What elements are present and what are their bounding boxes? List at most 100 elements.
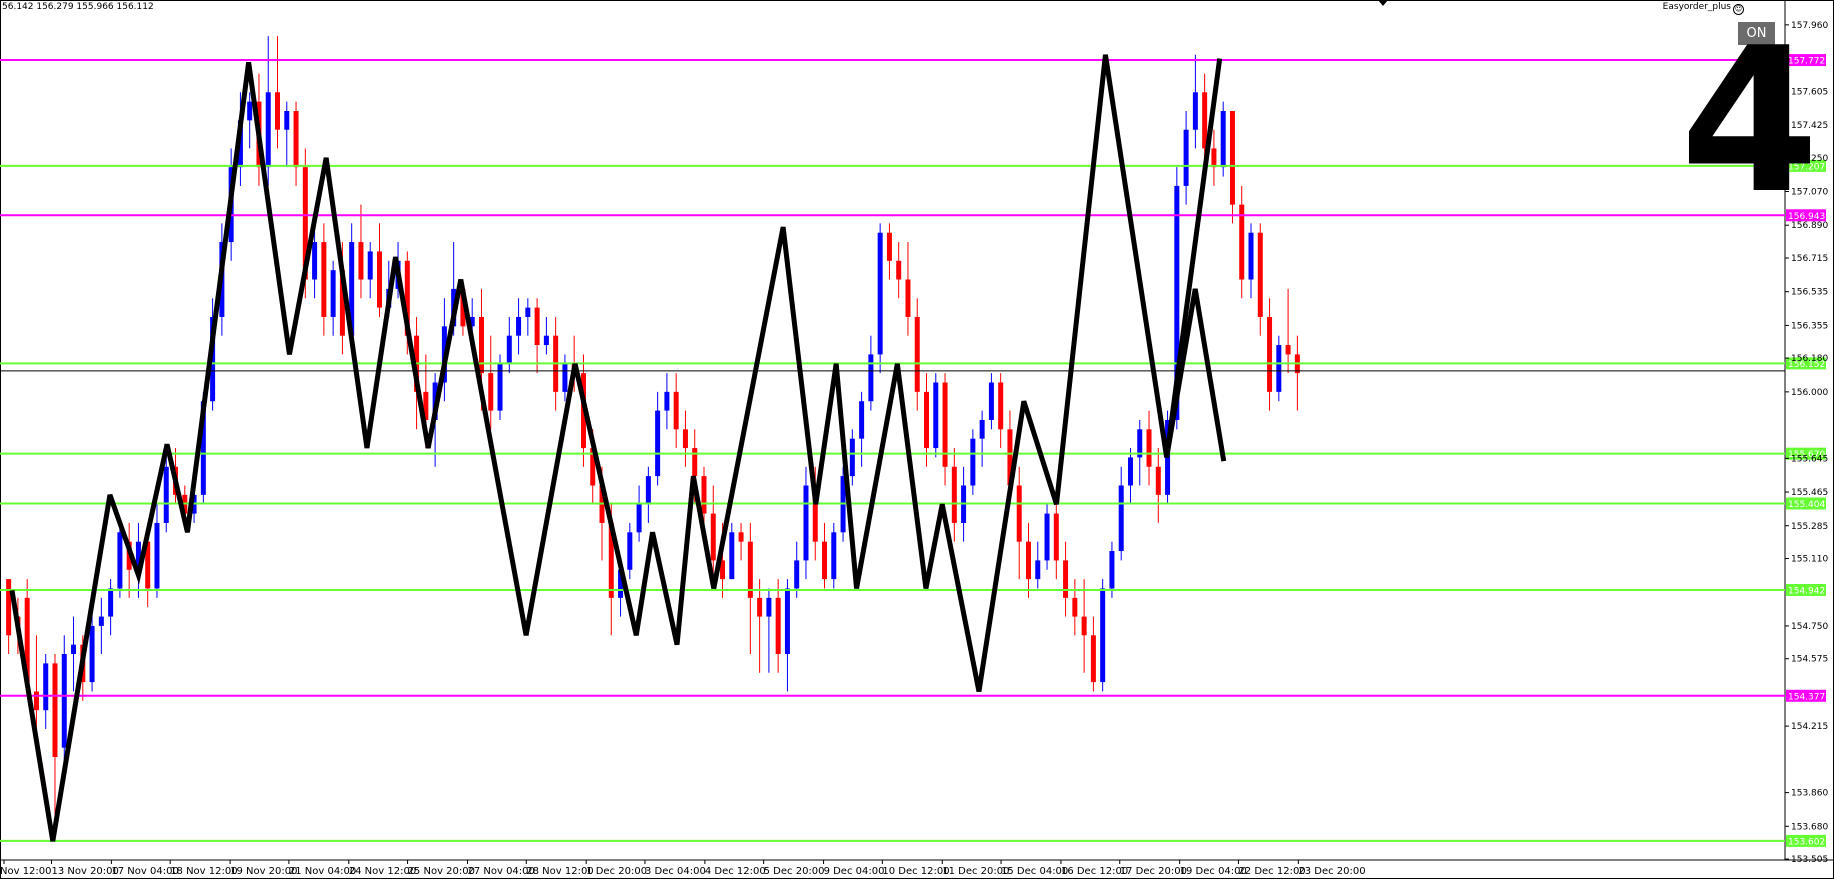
candle-body (692, 448, 698, 477)
candle-body (478, 316, 484, 374)
price-tick-label: 156.000 (1791, 388, 1828, 398)
candle-body (1118, 485, 1124, 552)
candle-body (645, 476, 651, 505)
level-price-label: 154.942 (1788, 586, 1825, 596)
candle-body (154, 522, 160, 589)
price-tick-label: 154.750 (1791, 622, 1828, 632)
price-tick-label: 154.215 (1791, 722, 1828, 732)
candle-body (321, 242, 327, 317)
candle-body (98, 616, 104, 626)
candle-body (1081, 616, 1087, 636)
overlay-number: 4 (1680, 5, 1820, 238)
candle-body (729, 532, 735, 580)
chart-window[interactable]: 157.772 157.207 156.943 156.152 155.670 155.4… (0, 0, 1834, 879)
candle-body (951, 466, 957, 523)
candle-body (933, 382, 939, 449)
candle-body (89, 625, 95, 683)
candle-body (831, 532, 837, 580)
price-tick-label: 155.465 (1791, 488, 1828, 498)
candle-body (117, 532, 123, 589)
candle-body (488, 373, 494, 411)
candle-body (1146, 429, 1152, 467)
time-tick-label: Nov 12:00 (0, 866, 52, 877)
candle-body (1276, 345, 1282, 392)
candle-body (506, 335, 512, 364)
candle-body (1016, 485, 1022, 542)
price-tick-label: 156.715 (1791, 254, 1828, 264)
time-tick-label: 24 Nov 12:00 (349, 866, 416, 877)
price-tick-label: 155.110 (1791, 555, 1828, 565)
candle-body (914, 316, 920, 392)
candle-body (1053, 513, 1059, 561)
time-tick-label: 22 Dec 12:00 (1238, 866, 1305, 877)
time-tick-label: 16 Dec 12:00 (1061, 866, 1128, 877)
candle-body (1257, 232, 1263, 317)
price-tick-label: 153.505 (1791, 855, 1828, 865)
candle-body (247, 101, 253, 121)
candle-body (1220, 110, 1226, 168)
time-tick-label: 17 Dec 20:00 (1120, 866, 1187, 877)
candle-body (367, 251, 373, 280)
candle-body (163, 466, 169, 523)
candle-body (1090, 635, 1096, 683)
candle-body (1155, 466, 1161, 495)
time-tick-label: 1 Dec 20:00 (586, 866, 647, 877)
time-tick-label: 9 Dec 04:00 (824, 866, 885, 877)
candle-body (275, 92, 281, 130)
price-tick-label: 156.535 (1791, 288, 1828, 298)
candle-body (1267, 316, 1273, 392)
price-tick-label: 154.575 (1791, 655, 1828, 665)
zigzag-line (9, 54, 1227, 842)
time-tick-label: 17 Nov 04:00 (111, 866, 178, 877)
ohlc-readout: 56.142 156.279 155.966 156.112 (2, 2, 154, 12)
time-tick-label: 3 Dec 04:00 (645, 866, 706, 877)
candle-body (1192, 92, 1198, 130)
candle-body (525, 307, 531, 317)
candle-body (376, 251, 382, 308)
candle-body (998, 382, 1004, 430)
candle-body (33, 691, 39, 711)
price-tick-label: 156.180 (1791, 354, 1828, 364)
candle-body (905, 279, 911, 317)
time-tick-label: 25 Nov 20:00 (408, 866, 475, 877)
candle-body (757, 597, 763, 617)
candle-body (1035, 560, 1041, 580)
candle-body (664, 391, 670, 411)
candle-body (108, 588, 114, 617)
shift-marker-icon (1378, 0, 1388, 6)
candle-body (775, 597, 781, 655)
time-tick-label: 5 Dec 20:00 (764, 866, 825, 877)
candle-body (673, 391, 679, 430)
candle-body (71, 644, 77, 655)
candle-body (1109, 551, 1115, 589)
candle-body (766, 597, 772, 617)
chart-frame (0, 0, 1834, 879)
time-tick-label: 15 Dec 04:00 (1001, 866, 1068, 877)
time-tick-label: 19 Nov 20:00 (230, 866, 297, 877)
candle-body (868, 354, 874, 402)
candle-body (1248, 232, 1254, 280)
candle-body (1044, 513, 1050, 561)
price-chart[interactable]: 157.772157.207156.943156.152155.670155.4… (0, 0, 1834, 879)
candle-body (979, 419, 985, 439)
time-tick-label: 23 Dec 20:00 (1298, 866, 1365, 877)
candle-body (970, 438, 976, 486)
candle-body (896, 260, 902, 280)
price-tick-label: 153.860 (1791, 789, 1828, 799)
time-tick-label: 19 Dec 04:00 (1180, 866, 1247, 877)
candle-body (849, 438, 855, 477)
time-tick-label: 18 Nov 12:00 (170, 866, 237, 877)
candle-body (1100, 588, 1106, 683)
candle-body (738, 532, 744, 542)
candle-body (562, 363, 568, 392)
candle-body (312, 242, 318, 280)
candle-body (1025, 541, 1031, 580)
candle-body (1183, 129, 1189, 186)
time-tick-label: 27 Nov 04:00 (467, 866, 534, 877)
price-tick-label: 155.285 (1791, 522, 1828, 532)
time-tick-label: 11 Dec 20:00 (942, 866, 1009, 877)
candle-body (6, 579, 12, 636)
candle-body (358, 242, 364, 280)
candle-body (1229, 110, 1235, 205)
candle-body (822, 541, 828, 580)
